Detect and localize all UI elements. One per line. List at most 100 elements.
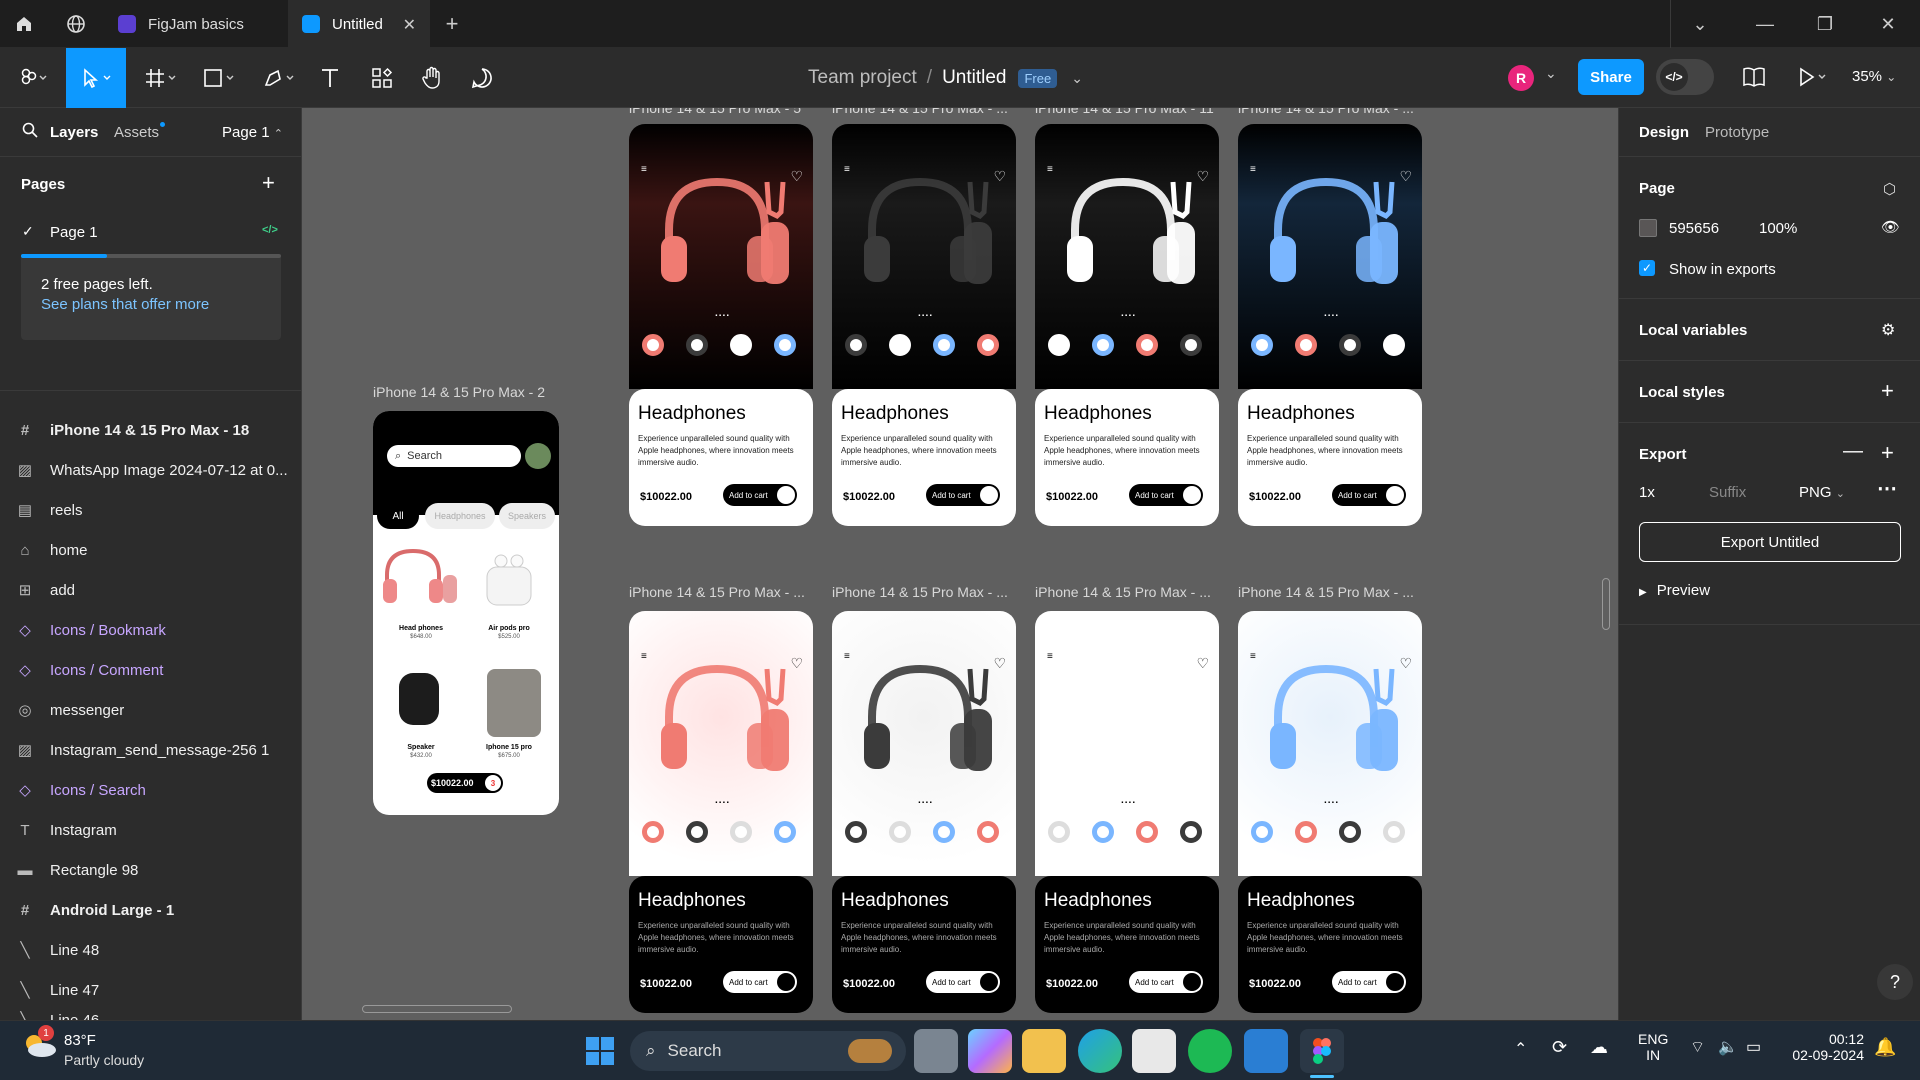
- heart-icon[interactable]: ♡: [790, 655, 803, 672]
- color-swatch[interactable]: [1383, 821, 1405, 843]
- zoom-level[interactable]: 35% ⌄: [1852, 68, 1896, 85]
- local-variables-title[interactable]: Local variables: [1639, 322, 1747, 339]
- color-swatch[interactable]: [845, 334, 867, 356]
- color-swatch[interactable]: [1048, 821, 1070, 843]
- resources-icon[interactable]: [364, 48, 400, 108]
- text-tool-icon[interactable]: [312, 48, 348, 108]
- add-to-cart-toggle[interactable]: Add to cart: [1332, 484, 1406, 506]
- spotify-icon[interactable]: [1188, 1029, 1232, 1073]
- product-phone-frame[interactable]: ≡ ♡.... Headphones Experience unparalleled …: [1238, 124, 1422, 526]
- layer-frame[interactable]: # iPhone 14 & 15 Pro Max - 18: [0, 410, 301, 450]
- color-swatch[interactable]: [889, 334, 911, 356]
- color-swatch[interactable]: [977, 821, 999, 843]
- layer-line[interactable]: ╲Line 46: [0, 1008, 301, 1021]
- clock[interactable]: 00:12 02-09-2024: [1784, 1031, 1864, 1063]
- remove-export-minus-icon[interactable]: —: [1843, 440, 1863, 463]
- heart-icon[interactable]: ♡: [1399, 655, 1412, 672]
- color-swatch[interactable]: [1251, 334, 1273, 356]
- color-swatch[interactable]: [686, 334, 708, 356]
- comment-tool-icon[interactable]: [464, 48, 500, 108]
- menu-icon[interactable]: ≡: [641, 652, 647, 662]
- edge-browser-icon[interactable]: [1078, 1029, 1122, 1073]
- restore-icon[interactable]: ❐: [1795, 0, 1855, 48]
- layer-image[interactable]: ▨ WhatsApp Image 2024-07-12 at 0...: [0, 450, 301, 490]
- menu-icon[interactable]: ≡: [1250, 652, 1256, 662]
- color-swatch[interactable]: [933, 821, 955, 843]
- add-to-cart-toggle[interactable]: Add to cart: [723, 484, 797, 506]
- menu-icon[interactable]: ≡: [1047, 652, 1053, 662]
- hand-tool-icon[interactable]: [414, 48, 450, 108]
- frame-label[interactable]: iPhone 14 & 15 Pro Max - 5: [629, 108, 813, 116]
- export-format-select[interactable]: PNG ⌄: [1799, 484, 1845, 501]
- export-scale[interactable]: 1x: [1639, 484, 1655, 501]
- move-tool-icon[interactable]: [66, 48, 126, 108]
- minimize-icon[interactable]: —: [1735, 0, 1795, 48]
- tab-assets[interactable]: Assets: [114, 124, 159, 141]
- present-play-icon[interactable]: [1796, 66, 1830, 93]
- new-tab-plus-icon[interactable]: +: [428, 0, 476, 48]
- weather-cloud-icon[interactable]: 1: [22, 1025, 58, 1059]
- layer-messenger[interactable]: ◎ messenger: [0, 690, 301, 730]
- shop-search-input[interactable]: ⌕ Search: [387, 445, 521, 467]
- layer-image[interactable]: ▨ Instagram_send_message-256 1: [0, 730, 301, 770]
- color-swatch[interactable]: [1180, 821, 1202, 843]
- tab-untitled[interactable]: Untitled ✕: [288, 0, 430, 48]
- color-swatch[interactable]: [730, 821, 752, 843]
- color-swatch[interactable]: [774, 334, 796, 356]
- layer-line[interactable]: ╲ Line 48: [0, 930, 301, 970]
- heart-icon[interactable]: ♡: [1196, 655, 1209, 672]
- copilot-icon[interactable]: [968, 1029, 1012, 1073]
- microsoft-store-icon[interactable]: [1132, 1029, 1176, 1073]
- layer-group[interactable]: ▤ reels: [0, 490, 301, 530]
- heart-icon[interactable]: ♡: [1196, 168, 1209, 185]
- add-page-plus-icon[interactable]: +: [262, 170, 275, 196]
- shape-tool-icon[interactable]: [196, 48, 242, 108]
- page-color-hex[interactable]: 595656: [1669, 220, 1719, 237]
- add-to-cart-toggle[interactable]: Add to cart: [926, 971, 1000, 993]
- heart-icon[interactable]: ♡: [993, 655, 1006, 672]
- color-swatch[interactable]: [1048, 334, 1070, 356]
- see-plans-link[interactable]: See plans that offer more: [41, 296, 209, 313]
- notification-bell-icon[interactable]: 🔔: [1874, 1037, 1896, 1058]
- color-swatch[interactable]: [642, 334, 664, 356]
- add-to-cart-toggle[interactable]: Add to cart: [1129, 484, 1203, 506]
- eye-visibility-icon[interactable]: 👁: [1881, 218, 1900, 236]
- file-explorer-icon[interactable]: [1022, 1029, 1066, 1073]
- product-phone-frame[interactable]: ≡ ♡.... Headphones Experience unparalleled …: [1238, 611, 1422, 1013]
- chevron-up-icon[interactable]: ⌃: [1514, 1039, 1527, 1059]
- page-selector[interactable]: Page 1 ⌃: [222, 124, 283, 141]
- chevron-down-icon[interactable]: ⌄: [1670, 0, 1730, 48]
- color-swatch[interactable]: [1295, 821, 1317, 843]
- product-phone-frame[interactable]: ≡ ♡.... Headphones Experience unparalleled …: [832, 124, 1016, 526]
- library-book-icon[interactable]: [1742, 66, 1766, 93]
- color-swatch[interactable]: [774, 821, 796, 843]
- menu-icon[interactable]: ≡: [1047, 165, 1053, 175]
- cart-total-button[interactable]: $10022.00 3: [427, 773, 503, 793]
- tab-design[interactable]: Design: [1639, 124, 1689, 141]
- color-swatch[interactable]: [1383, 334, 1405, 356]
- chip-headphones[interactable]: Headphones: [425, 503, 495, 529]
- color-swatch[interactable]: [977, 334, 999, 356]
- layer-frame[interactable]: # Android Large - 1: [0, 890, 301, 930]
- close-icon[interactable]: ✕: [403, 15, 416, 35]
- layer-rectangle[interactable]: ▬ Rectangle 98: [0, 850, 301, 890]
- menu-icon[interactable]: ≡: [844, 165, 850, 175]
- product-phone-frame[interactable]: ≡ ♡.... Headphones Experience unparalleled …: [1035, 124, 1219, 526]
- frame-label[interactable]: iPhone 14 & 15 Pro Max - 11: [1035, 108, 1219, 116]
- add-to-cart-toggle[interactable]: Add to cart: [1332, 971, 1406, 993]
- heart-icon[interactable]: ♡: [790, 168, 803, 185]
- main-menu-figma-icon[interactable]: [8, 48, 60, 108]
- add-export-plus-icon[interactable]: +: [1881, 440, 1894, 466]
- color-swatch[interactable]: [1136, 334, 1158, 356]
- shop-frame[interactable]: ⌕ Search All Headphones Speakers Head pho…: [373, 411, 559, 815]
- heart-icon[interactable]: ♡: [993, 168, 1006, 185]
- frame-label[interactable]: iPhone 14 & 15 Pro Max - ...: [1238, 108, 1422, 116]
- color-swatch[interactable]: [1251, 821, 1273, 843]
- figma-app-icon[interactable]: [1300, 1029, 1344, 1073]
- add-style-plus-icon[interactable]: +: [1881, 378, 1894, 404]
- product-phone-frame[interactable]: ≡ ♡.... Headphones Experience unparalleled …: [832, 611, 1016, 1013]
- layer-add[interactable]: ⊞ add: [0, 570, 301, 610]
- frame-label[interactable]: iPhone 14 & 15 Pro Max - ...: [629, 584, 813, 600]
- file-name[interactable]: Untitled: [942, 67, 1006, 89]
- color-swatch[interactable]: [845, 821, 867, 843]
